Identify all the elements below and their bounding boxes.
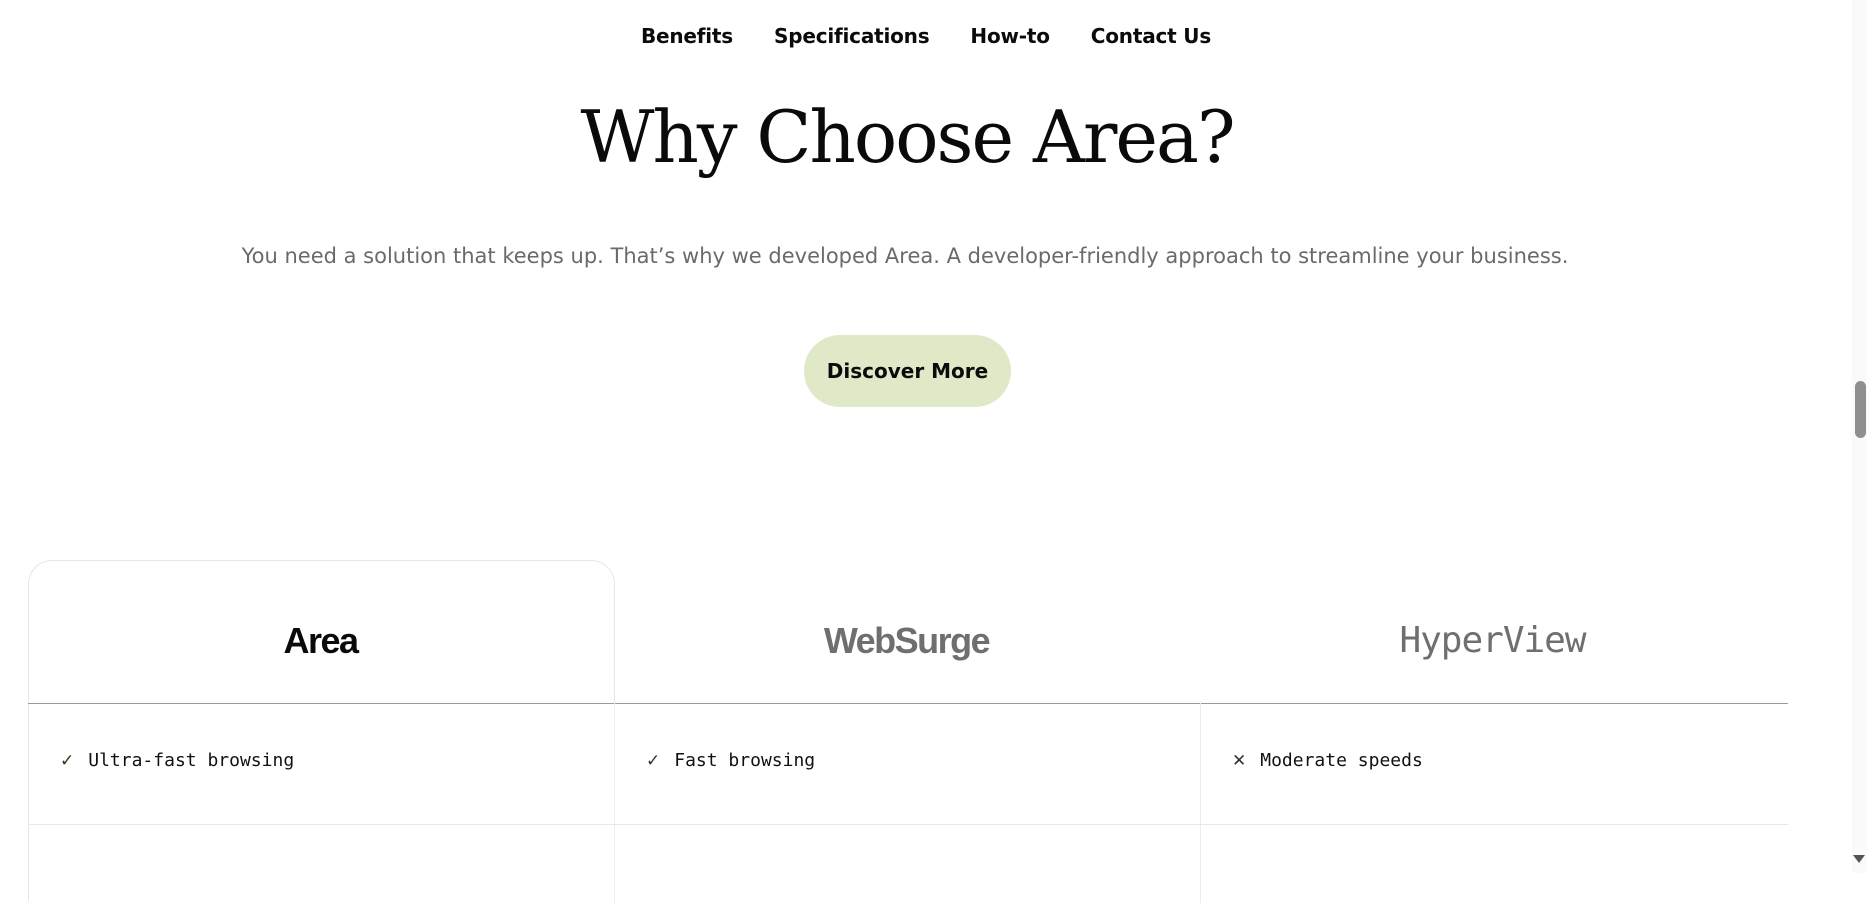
nav-item-specifications[interactable]: Specifications [774,24,930,48]
brand-websurge: WebSurge [823,620,991,661]
comparison-table: Area WebSurge HyperView ✓ Ultra-fast bro… [28,560,1788,903]
hero-subtitle: You need a solution that keeps up. That’… [241,244,1569,268]
cell-text: Fast browsing [674,750,816,771]
table-header-divider [28,703,1788,704]
table-cell-websurge-speed: ✓ Fast browsing [646,750,815,771]
check-icon: ✓ [60,750,75,771]
nav-item-how-to[interactable]: How-to [970,24,1050,48]
top-nav: Benefits Specifications How-to Contact U… [0,24,1852,48]
discover-more-button[interactable]: Discover More [804,335,1011,407]
cell-text: Ultra-fast browsing [88,750,295,771]
column-divider [1200,703,1201,903]
scrollbar-thumb[interactable] [1855,381,1866,438]
table-cell-area-speed: ✓ Ultra-fast browsing [60,750,294,771]
brand-hyperview: HyperView [1399,620,1586,661]
check-icon: ✓ [646,750,661,771]
nav-item-benefits[interactable]: Benefits [641,24,733,48]
nav-item-contact-us[interactable]: Contact Us [1091,24,1211,48]
page-title: Why Choose Area? [580,95,1235,179]
cross-icon: ✕ [1232,750,1247,771]
scroll-down-arrow-icon[interactable] [1853,855,1865,863]
brand-area: Area [283,620,359,661]
table-row-divider [28,824,1788,825]
cell-text: Moderate speeds [1260,750,1423,771]
page-scrollbar[interactable] [1852,0,1867,873]
highlighted-column [28,560,615,901]
table-cell-hyperview-speed: ✕ Moderate speeds [1232,750,1423,771]
column-divider [614,703,615,903]
